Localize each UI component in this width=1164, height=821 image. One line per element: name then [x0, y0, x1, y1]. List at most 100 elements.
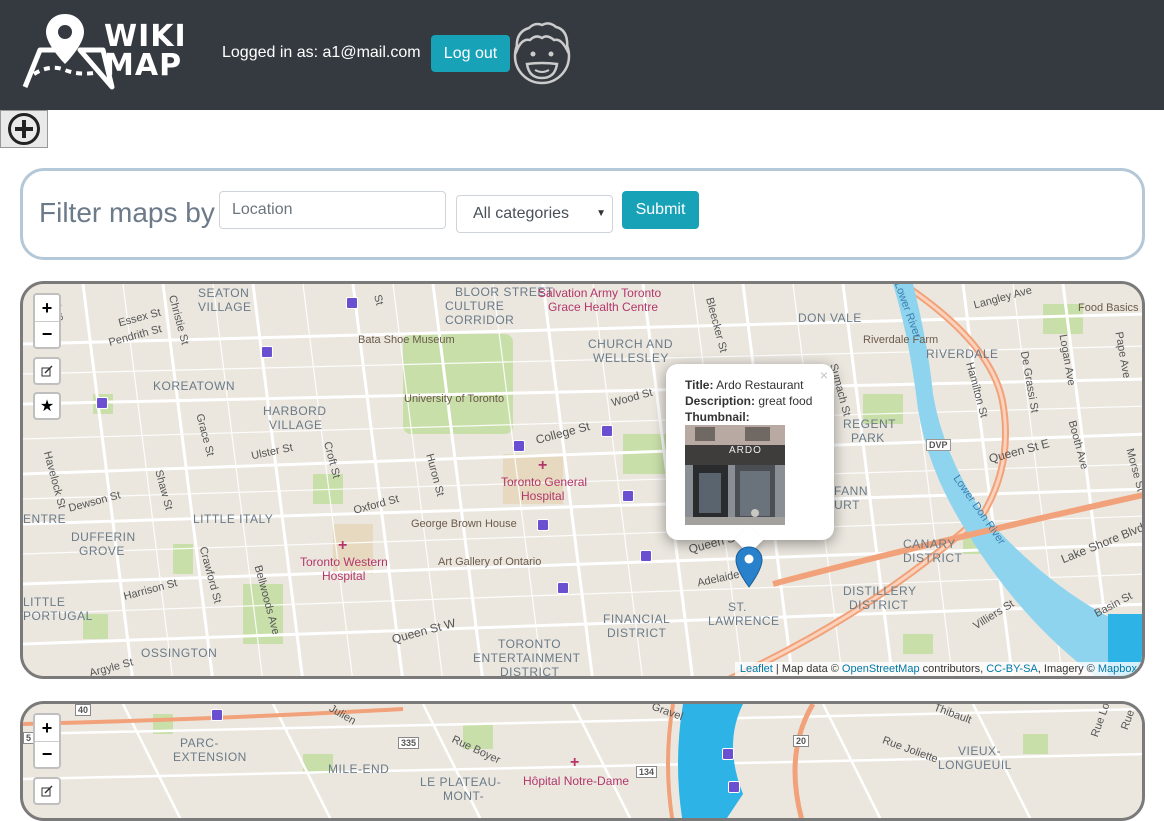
map-label: HARBORD [263, 404, 327, 418]
transit-icon [261, 346, 273, 358]
map-label: URT [834, 498, 860, 512]
transit-icon [537, 519, 549, 531]
map-label: George Brown House [411, 518, 517, 530]
close-icon[interactable]: × [820, 367, 828, 383]
map-label: 134 [636, 766, 658, 778]
map-label: LITTLE [23, 595, 66, 609]
map-label: Hôpital Notre-Dame [523, 774, 630, 788]
map-label: Hospital [322, 569, 366, 583]
map-label: FINANCIAL [603, 612, 671, 626]
map-label: Toronto Western [300, 555, 388, 569]
map-label: DISTILLERY [843, 584, 917, 598]
license-link[interactable]: CC-BY-SA [986, 663, 1038, 675]
map-label: RIVERDALE [926, 347, 999, 361]
navbar: WIKI MAP Logged in as: a1@mail.com Log o… [0, 0, 1164, 110]
map-toronto[interactable]: SEATON VILLAGE BLOOR STREET CULTURE CORR… [20, 281, 1145, 679]
map-label: OSSINGTON [141, 646, 218, 660]
map-montreal[interactable]: PARC- EXTENSION MILE-END LE PLATEAU- MON… [20, 701, 1145, 821]
map-label: CULTURE [445, 299, 505, 313]
map-label: CHURCH AND [588, 337, 674, 351]
map-label: VILLAGE [198, 300, 252, 314]
map-label: CORRIDOR [445, 313, 515, 327]
map-attribution: Leaflet | Map data © OpenStreetMap contr… [734, 662, 1142, 676]
storefront-sign: ARDO [729, 445, 762, 456]
map-label: WELLESLEY [593, 351, 669, 365]
zoom-control: + − [33, 293, 61, 349]
map-label: ST. [728, 600, 747, 614]
map-label: TORONTO [498, 637, 562, 651]
map-label: Toronto General [501, 475, 588, 489]
filter-label: Filter maps by [39, 197, 215, 228]
transit-icon [513, 440, 525, 452]
map-label: MILE-END [328, 762, 390, 776]
map-label: Riverdale Farm [863, 334, 939, 346]
category-selected: All categories [473, 205, 570, 222]
map-label: 20 [793, 735, 810, 747]
map-label: LITTLE ITALY [193, 512, 274, 526]
map-label: DVP [926, 439, 951, 451]
map-label: FANN [834, 484, 869, 498]
map-label: PARK [851, 431, 885, 445]
map-label: Art Gallery of Ontario [438, 556, 542, 568]
category-select[interactable]: All categories ▼ [456, 195, 613, 233]
popup-title-row: Title: Ardo Restaurant [685, 378, 804, 392]
map-label: University of Toronto [404, 393, 505, 405]
zoom-in-button[interactable]: + [35, 295, 59, 321]
map-label: ENTERTAINMENT [473, 651, 581, 665]
leaflet-link[interactable]: Leaflet [740, 663, 773, 675]
osm-link[interactable]: OpenStreetMap [842, 663, 920, 675]
map-label: DISTRICT [607, 626, 667, 640]
logo-text: WIKI MAP [104, 19, 187, 83]
map-label: LAWRENCE [708, 614, 780, 628]
zoom-in-button[interactable]: + [35, 715, 59, 741]
map-label: GROVE [79, 544, 125, 558]
transit-icon [722, 748, 734, 760]
mapbox-link[interactable]: Mapbox [1098, 663, 1137, 675]
filter-form: Filter maps by All categories ▼ Submit [20, 168, 1145, 260]
zoom-control: + − [33, 713, 61, 769]
map-label: Grace Health Centre [548, 300, 659, 314]
map-label: MONT- [443, 789, 485, 803]
transit-icon [346, 297, 358, 309]
transit-icon [640, 550, 652, 562]
zoom-out-button[interactable]: − [35, 321, 59, 347]
map-label: KOREATOWN [153, 379, 236, 393]
logout-button[interactable]: Log out [431, 35, 510, 72]
map-label: DON VALE [798, 311, 862, 325]
map-label: DUFFERIN [71, 530, 136, 544]
edit-icon[interactable] [33, 777, 61, 805]
hospital-icon: + [338, 537, 348, 554]
location-input[interactable] [219, 191, 446, 229]
hospital-icon: + [538, 457, 548, 474]
add-map-button[interactable] [0, 110, 48, 148]
transit-icon [211, 709, 223, 721]
map-label: Food Basics [1078, 302, 1139, 314]
map-label: VILLAGE [269, 418, 323, 432]
edit-icon[interactable] [33, 357, 61, 385]
map-label: CANARY [903, 537, 956, 551]
caret-down-icon: ▼ [596, 208, 606, 219]
map-label: SEATON [198, 286, 250, 300]
map-label: Bata Shoe Museum [358, 334, 455, 346]
map-label: entre [23, 512, 67, 526]
map-label: Hospital [521, 489, 565, 503]
submit-button[interactable]: Submit [622, 191, 699, 229]
transit-icon [601, 425, 613, 437]
map-label: Salvation Army Toronto [538, 286, 662, 300]
transit-icon [96, 397, 108, 409]
map-label: LE PLATEAU- [420, 775, 502, 789]
map-marker-icon[interactable] [735, 546, 763, 588]
map-label: VIEUX- [958, 744, 1002, 758]
map-label: PARC- [180, 736, 219, 750]
map-label: PORTUGAL [23, 609, 93, 623]
avatar-icon[interactable] [511, 20, 573, 86]
star-icon[interactable]: ★ [33, 392, 61, 420]
transit-icon [557, 582, 569, 594]
hospital-icon: + [570, 754, 580, 771]
map-label: DISTRICT [849, 598, 909, 612]
map-label: DISTRICT [903, 551, 963, 565]
map-label: 40 [75, 704, 92, 716]
zoom-out-button[interactable]: − [35, 741, 59, 767]
popup-thumbnail-label: Thumbnail: [685, 410, 750, 424]
map-label: 335 [398, 737, 420, 749]
